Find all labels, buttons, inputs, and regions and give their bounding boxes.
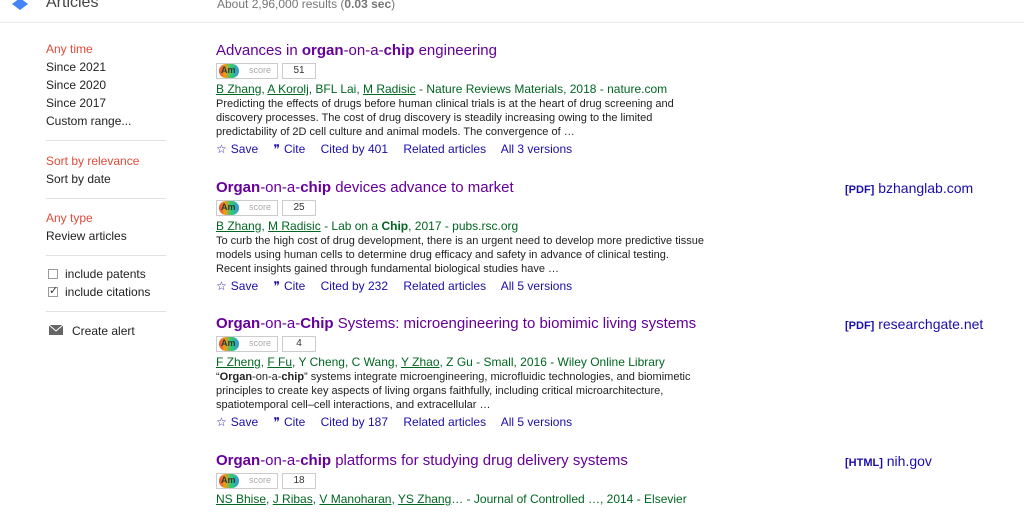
sidebar-divider <box>46 198 166 199</box>
pdf-link[interactable]: [PDF] bzhanglab.com <box>845 180 973 196</box>
quote-icon: ❞ <box>273 415 280 429</box>
filter-custom-range[interactable]: Custom range... <box>46 114 131 128</box>
related-articles-link[interactable]: Related articles <box>403 142 486 156</box>
result-item: Organ-on-a-Chip Systems: microengineerin… <box>216 315 816 430</box>
altmetric-badge[interactable]: Am score <box>216 473 278 489</box>
sidebar-divider <box>46 140 166 141</box>
check-icon: ✓ <box>49 285 59 297</box>
save-button[interactable]: ☆ Save <box>216 279 258 293</box>
cited-by-link[interactable]: Cited by 232 <box>321 279 388 293</box>
quote-icon: ❞ <box>273 142 280 156</box>
altmetric-badge-row: Am score 25 <box>216 199 816 217</box>
include-citations-checkbox[interactable]: ✓ <box>48 285 59 297</box>
altmetric-badge-row: Am score 51 <box>216 62 816 80</box>
save-button[interactable]: ☆ Save <box>216 415 258 429</box>
quote-icon: ❞ <box>273 279 280 293</box>
include-citations-label: include citations <box>65 285 151 299</box>
result-actions: ☆ Save ❞ Cite Cited by 401 Related article… <box>216 141 816 157</box>
results-count: About 2,96,000 results (0.03 sec) <box>217 0 396 11</box>
result-title-link[interactable]: Advances in organ-on-a-chip engineering <box>216 42 816 60</box>
filter-since-2021[interactable]: Since 2021 <box>46 60 106 74</box>
altmetric-score: 18 <box>282 473 316 489</box>
altmetric-badge[interactable]: Am score <box>216 200 278 216</box>
all-versions-link[interactable]: All 3 versions <box>501 142 572 156</box>
result-item: Advances in organ-on-a-chip engineering … <box>216 42 816 157</box>
pdf-link[interactable]: [PDF] researchgate.net <box>845 316 983 332</box>
altmetric-badge-row: Am score 4 <box>216 335 816 353</box>
result-actions: ☆ Save ❞ Cite Cited by 187 Related article… <box>216 414 816 430</box>
altmetric-badge[interactable]: Am score <box>216 63 278 79</box>
altmetric-badge-row: Am score 18 <box>216 472 816 490</box>
filter-any-time[interactable]: Any time <box>46 42 93 56</box>
cite-button[interactable]: ❞ Cite <box>273 142 305 156</box>
create-alert-link[interactable]: Create alert <box>72 324 135 338</box>
altmetric-score: 51 <box>282 63 316 79</box>
altmetric-badge[interactable]: Am score <box>216 336 278 352</box>
star-icon: ☆ <box>216 415 227 429</box>
sort-by-relevance[interactable]: Sort by relevance <box>46 154 139 168</box>
result-title-link[interactable]: Organ-on-a-chip devices advance to marke… <box>216 179 816 197</box>
sidebar-divider <box>46 255 166 256</box>
star-icon: ☆ <box>216 142 227 156</box>
filter-any-type[interactable]: Any type <box>46 211 93 225</box>
cite-button[interactable]: ❞ Cite <box>273 279 305 293</box>
all-versions-link[interactable]: All 5 versions <box>501 415 572 429</box>
include-patents-checkbox[interactable] <box>48 269 58 279</box>
envelope-icon[interactable] <box>49 325 63 335</box>
save-button[interactable]: ☆ Save <box>216 142 258 156</box>
result-actions: ☆ Save ❞ Cite Cited by 232 Related article… <box>216 278 816 294</box>
result-title-link[interactable]: Organ-on-a-chip platforms for studying d… <box>216 452 816 470</box>
top-bar: Articles About 2,96,000 results (0.03 se… <box>0 0 1024 23</box>
sidebar-divider <box>46 311 166 312</box>
cited-by-link[interactable]: Cited by 401 <box>321 142 388 156</box>
result-title-link[interactable]: Organ-on-a-Chip Systems: microengineerin… <box>216 315 816 333</box>
star-icon: ☆ <box>216 279 227 293</box>
result-authors: B Zhang, M Radisic - Lab on a Chip, 2017… <box>216 219 519 233</box>
result-authors: B Zhang, A Korolj, BFL Lai, M Radisic - … <box>216 82 668 96</box>
filter-since-2017[interactable]: Since 2017 <box>46 96 106 110</box>
filter-review-articles[interactable]: Review articles <box>46 229 127 243</box>
related-articles-link[interactable]: Related articles <box>403 279 486 293</box>
result-snippet: “Organ-on-a-chip” systems integrate micr… <box>216 371 691 411</box>
scholar-logo-icon[interactable] <box>12 0 28 10</box>
result-snippet: To curb the high cost of drug developmen… <box>216 235 704 275</box>
cited-by-link[interactable]: Cited by 187 <box>321 415 388 429</box>
include-patents-label: include patents <box>65 267 146 281</box>
filter-since-2020[interactable]: Since 2020 <box>46 78 106 92</box>
result-snippet: Predicting the effects of drugs before h… <box>216 98 674 138</box>
sort-by-date[interactable]: Sort by date <box>46 172 111 186</box>
related-articles-link[interactable]: Related articles <box>403 415 486 429</box>
result-item: Organ-on-a-chip platforms for studying d… <box>216 452 816 507</box>
cite-button[interactable]: ❞ Cite <box>273 415 305 429</box>
result-authors: NS Bhise, J Ribas, V Manoharan, YS Zhang… <box>216 492 687 506</box>
all-versions-link[interactable]: All 5 versions <box>501 279 572 293</box>
section-title: Articles <box>46 0 99 11</box>
html-link[interactable]: [HTML] nih.gov <box>845 453 932 469</box>
altmetric-score: 25 <box>282 200 316 216</box>
result-item: Organ-on-a-chip devices advance to marke… <box>216 179 816 294</box>
result-authors: F Zheng, F Fu, Y Cheng, C Wang, Y Zhao, … <box>216 355 665 369</box>
altmetric-score: 4 <box>282 336 316 352</box>
